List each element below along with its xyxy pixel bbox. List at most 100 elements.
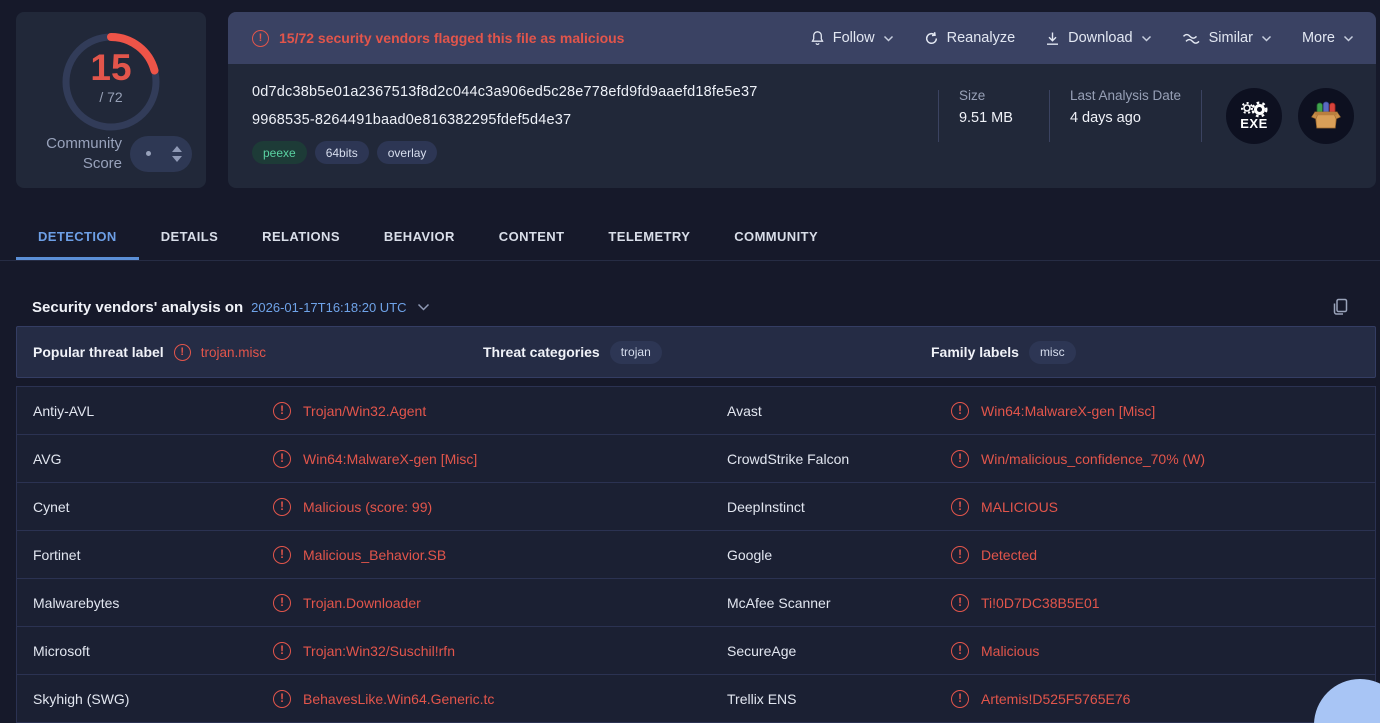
alert-icon xyxy=(951,402,969,420)
detections-total: / 72 xyxy=(99,89,122,105)
chevron-down-icon xyxy=(1261,35,1272,42)
chevron-down-icon xyxy=(417,303,430,311)
vendor-result-text[interactable]: Win64:MalwareX-gen [Misc] xyxy=(981,403,1155,419)
community-score-row: Community Score xyxy=(30,134,192,175)
community-score-label: Community Score xyxy=(30,134,122,175)
download-label: Download xyxy=(1068,30,1133,46)
vendor-result-text[interactable]: Ti!0D7DC38B5E01 xyxy=(981,595,1100,611)
vendor-result-text[interactable]: Malicious xyxy=(981,643,1039,659)
family-label-badge[interactable]: misc xyxy=(1029,341,1076,364)
file-body: 0d7dc38b5e01a2367513f8d2c044c3a906ed5c28… xyxy=(228,64,1376,188)
tag-64bits[interactable]: 64bits xyxy=(315,141,369,164)
tag-peexe[interactable]: peexe xyxy=(252,141,307,164)
tab-relations[interactable]: RELATIONS xyxy=(240,215,362,260)
community-vote-widget[interactable] xyxy=(130,136,192,172)
alert-icon xyxy=(273,498,291,516)
vendor-result-text[interactable]: MALICIOUS xyxy=(981,499,1058,515)
vendor-result: Trojan.Downloader xyxy=(273,594,711,612)
downvote-icon[interactable] xyxy=(172,156,182,162)
file-meta: Size 9.51 MB Last Analysis Date 4 days a… xyxy=(938,84,1354,188)
tag-overlay[interactable]: overlay xyxy=(377,141,438,164)
tab-detection[interactable]: DETECTION xyxy=(16,215,139,260)
reanalyze-button[interactable]: Reanalyze xyxy=(924,30,1016,46)
alert-icon xyxy=(273,690,291,708)
hash-block: 0d7dc38b5e01a2367513f8d2c044c3a906ed5c28… xyxy=(252,84,757,188)
threat-categories-label: Threat categories xyxy=(483,344,600,360)
vendor-name: Fortinet xyxy=(17,547,273,563)
file-name[interactable]: 9968535-8264491baad0e816382295fdef5d4e37 xyxy=(252,112,757,128)
last-analysis-label: Last Analysis Date xyxy=(1070,88,1181,103)
alert-icon xyxy=(273,450,291,468)
more-button[interactable]: More xyxy=(1302,30,1354,46)
upvote-icon[interactable] xyxy=(172,146,182,152)
archive-file-icon[interactable] xyxy=(1298,88,1354,144)
vendor-result: Malicious (score: 99) xyxy=(273,498,711,516)
vendor-result-text[interactable]: Trojan.Downloader xyxy=(303,595,421,611)
alert-icon xyxy=(951,546,969,564)
table-row: Malwarebytes Trojan.Downloader McAfee Sc… xyxy=(17,579,1375,627)
follow-button[interactable]: Follow xyxy=(810,30,894,46)
popular-threat-value[interactable]: trojan.misc xyxy=(201,345,266,360)
family-labels-label: Family labels xyxy=(931,344,1019,360)
vendor-name: AVG xyxy=(17,451,273,467)
table-row: Microsoft Trojan:Win32/Suschil!rfn Secur… xyxy=(17,627,1375,675)
vendor-result-text[interactable]: Win64:MalwareX-gen [Misc] xyxy=(303,451,477,467)
alert-icon xyxy=(252,30,269,47)
copy-results-button[interactable] xyxy=(1330,297,1350,317)
table-row: Skyhigh (SWG) BehavesLike.Win64.Generic.… xyxy=(17,675,1375,723)
similar-label: Similar xyxy=(1209,30,1253,46)
timestamp-dropdown[interactable] xyxy=(417,303,430,311)
exe-label: EXE xyxy=(1240,116,1268,131)
vendor-result-text[interactable]: BehavesLike.Win64.Generic.tc xyxy=(303,691,494,707)
tab-community[interactable]: COMMUNITY xyxy=(712,215,840,260)
community-label-line1: Community xyxy=(46,135,122,152)
vendor-name: Trellix ENS xyxy=(711,691,951,707)
size-value: 9.51 MB xyxy=(959,110,1029,126)
tab-details[interactable]: DETAILS xyxy=(139,215,240,260)
analysis-heading-row: Security vendors' analysis on 2026-01-17… xyxy=(16,293,1376,321)
detection-score-gauge: 15 / 72 xyxy=(59,30,163,124)
vendor-result-text[interactable]: Trojan/Win32.Agent xyxy=(303,403,426,419)
tab-telemetry[interactable]: TELEMETRY xyxy=(586,215,712,260)
threat-category-badge[interactable]: trojan xyxy=(610,341,662,364)
alert-icon xyxy=(273,402,291,420)
vendor-result-text[interactable]: Trojan:Win32/Suschil!rfn xyxy=(303,643,455,659)
tab-bar: DETECTION DETAILS RELATIONS BEHAVIOR CON… xyxy=(0,215,1380,261)
chevron-down-icon xyxy=(1141,35,1152,42)
threat-categories-cell: Threat categories trojan xyxy=(467,341,915,364)
vendor-result-text[interactable]: Win/malicious_confidence_70% (W) xyxy=(981,451,1205,467)
vendor-result: Win/malicious_confidence_70% (W) xyxy=(951,450,1375,468)
alert-icon xyxy=(273,546,291,564)
virustotal-detection-page: 15 / 72 Community Score xyxy=(0,0,1380,723)
vendor-result-text[interactable]: Detected xyxy=(981,547,1037,563)
vendor-result: Artemis!D525F5765E76 xyxy=(951,690,1375,708)
vendor-name: Microsoft xyxy=(17,643,273,659)
table-row: AVG Win64:MalwareX-gen [Misc] CrowdStrik… xyxy=(17,435,1375,483)
analysis-timestamp[interactable]: 2026-01-17T16:18:20 UTC xyxy=(251,300,406,315)
alert-icon xyxy=(273,642,291,660)
vendor-name: SecureAge xyxy=(711,643,951,659)
download-button[interactable]: Download xyxy=(1045,30,1152,46)
chevron-down-icon xyxy=(883,35,894,42)
similar-button[interactable]: Similar xyxy=(1182,30,1272,46)
file-sha256[interactable]: 0d7dc38b5e01a2367513f8d2c044c3a906ed5c28… xyxy=(252,84,757,100)
tab-behavior[interactable]: BEHAVIOR xyxy=(362,215,477,260)
vote-count-dot xyxy=(146,151,151,156)
vendor-result-text[interactable]: Artemis!D525F5765E76 xyxy=(981,691,1130,707)
alert-icon xyxy=(951,450,969,468)
analysis-heading: Security vendors' analysis on xyxy=(32,299,243,316)
alert-icon xyxy=(273,594,291,612)
alert-icon xyxy=(951,642,969,660)
vendor-result-text[interactable]: Malicious_Behavior.SB xyxy=(303,547,446,563)
download-icon xyxy=(1045,31,1060,46)
score-card: 15 / 72 Community Score xyxy=(16,12,206,188)
exe-file-icon[interactable]: EXE xyxy=(1226,88,1282,144)
vendor-result-text[interactable]: Malicious (score: 99) xyxy=(303,499,432,515)
threat-info-bar: Popular threat label trojan.misc Threat … xyxy=(16,326,1376,378)
vendor-name: DeepInstinct xyxy=(711,499,951,515)
more-label: More xyxy=(1302,30,1335,46)
popular-threat-label-cell: Popular threat label trojan.misc xyxy=(17,344,467,361)
tab-content[interactable]: CONTENT xyxy=(477,215,587,260)
vendor-result: MALICIOUS xyxy=(951,498,1375,516)
file-summary-card: 15/72 security vendors flagged this file… xyxy=(228,12,1376,188)
